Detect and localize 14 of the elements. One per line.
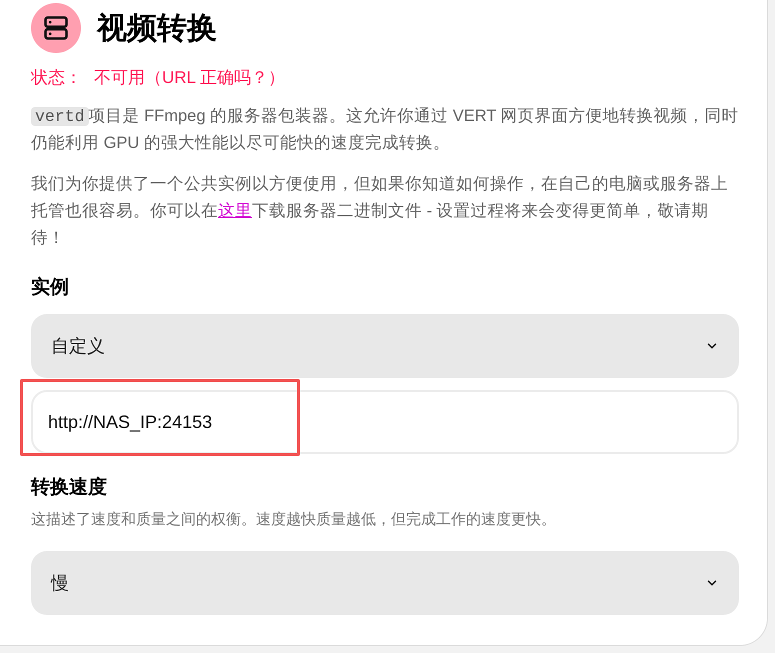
page-title: 视频转换 (97, 10, 217, 46)
status-value: 不可用（URL 正确吗？） (94, 67, 286, 89)
dropdown-select[interactable]: 自定义 (31, 314, 739, 378)
hosting-text: 我们为你提供了一个公共实例以方便使用，但如果你知道如何操作，在自己的电脑或服务器上托管也很容易。你可以在这里下载服务器二进制文件 - 设置过程将来会变得更简单，敬请期待！ (31, 174, 729, 248)
download-link[interactable]: 这里 (218, 202, 252, 220)
code-text: vertd (31, 106, 89, 126)
instance-heading: 实例 (31, 276, 70, 300)
url-input-field[interactable]: http://NAS_IP:24153 (31, 390, 739, 454)
speed-hint: 这描述了速度和质量之间的权衡。速度越快质量越低，但完成工作的速度更快。 (31, 510, 557, 530)
speed-heading: 转换速度 (31, 476, 108, 500)
server-icon (31, 3, 81, 53)
status-label: 状态： (31, 67, 82, 89)
description-text: vertd 项目是 FFmpeg 的服务器包装器。这允许你通过 VERT 网页界面方便地转换视频，同时仍能利用 GPU 的强大性能以尽可能快的速度完成转换。 (31, 106, 739, 154)
dropdown-select[interactable]: 慢 (31, 551, 739, 615)
